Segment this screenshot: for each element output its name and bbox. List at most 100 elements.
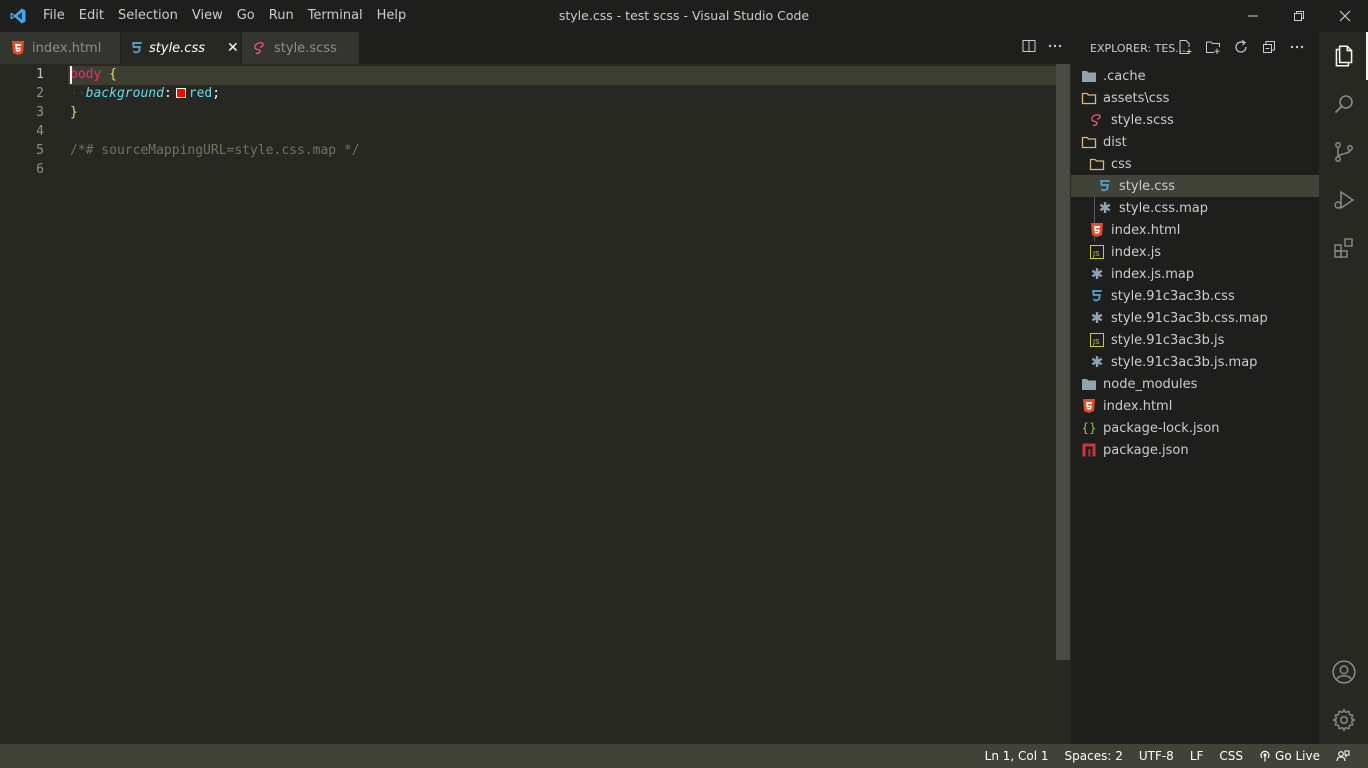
tree-item-label: index.js xyxy=(1111,244,1162,260)
tab-style-css[interactable]: style.css ✕ xyxy=(121,32,242,64)
tree-item-label: style.scss xyxy=(1111,112,1174,128)
tree-item-css[interactable]: css xyxy=(1071,153,1319,175)
tree-item-index-js[interactable]: JS index.js xyxy=(1071,241,1319,263)
explorer-title: EXPLORER: TES... xyxy=(1090,41,1186,55)
editor-actions xyxy=(1021,32,1063,64)
more-actions-icon[interactable] xyxy=(1047,38,1063,58)
tree-item-label: node_modules xyxy=(1103,376,1198,392)
tree-item-dist[interactable]: dist xyxy=(1071,131,1319,153)
source-control-activity[interactable] xyxy=(1319,128,1368,176)
tree-item-assets-css[interactable]: assets\css xyxy=(1071,87,1319,109)
source-control-icon xyxy=(1334,142,1353,162)
manage-activity[interactable] xyxy=(1319,696,1368,744)
menu-selection[interactable]: Selection xyxy=(111,0,185,32)
tree-item-label: style.91c3ac3b.js xyxy=(1111,332,1225,348)
tab-index-html[interactable]: index.html xyxy=(0,32,121,64)
menu-go[interactable]: Go xyxy=(230,0,262,32)
editor-scrollbar[interactable] xyxy=(1056,64,1070,660)
asterisk-icon: ✱ xyxy=(1090,265,1104,283)
broadcast-icon xyxy=(1260,750,1270,762)
tree-item-index-html[interactable]: index.html xyxy=(1071,219,1319,241)
close-window-button[interactable] xyxy=(1322,0,1368,32)
explorer-header: EXPLORER: TES... xyxy=(1071,32,1319,64)
language-mode[interactable]: CSS xyxy=(1211,749,1251,763)
folder-icon xyxy=(1081,90,1097,106)
close-tab-icon[interactable]: ✕ xyxy=(227,40,239,56)
text-cursor xyxy=(70,66,72,84)
new-folder-icon[interactable] xyxy=(1205,39,1221,58)
svg-text:JS: JS xyxy=(1092,338,1100,346)
feedback-button[interactable] xyxy=(1328,749,1358,763)
line-number: 4 xyxy=(36,124,44,139)
folder-open-icon xyxy=(1081,134,1097,150)
tree-item-label: index.js.map xyxy=(1111,266,1195,282)
tree-item-package-lock-json[interactable]: {} package-lock.json xyxy=(1071,417,1319,439)
code-line: /*# sourceMappingURL=style.css.map */ xyxy=(70,141,360,160)
restore-button[interactable] xyxy=(1276,0,1322,32)
gear-icon xyxy=(1331,708,1356,732)
code-line: body { xyxy=(70,65,360,84)
more-actions-icon[interactable] xyxy=(1289,39,1305,58)
end-of-line[interactable]: LF xyxy=(1182,749,1212,763)
tree-item-style-hash-css-map[interactable]: ✱ style.91c3ac3b.css.map xyxy=(1071,307,1319,329)
search-activity[interactable] xyxy=(1319,80,1368,128)
tree-item-label: assets\css xyxy=(1103,90,1170,106)
new-file-icon[interactable] xyxy=(1177,39,1193,58)
menu-terminal[interactable]: Terminal xyxy=(301,0,370,32)
accounts-activity[interactable] xyxy=(1319,648,1368,696)
folder-icon xyxy=(1081,68,1097,84)
tree-item-style-hash-js-map[interactable]: ✱ style.91c3ac3b.js.map xyxy=(1071,351,1319,373)
colon: : xyxy=(163,86,172,101)
tree-item-package-json[interactable]: package.json xyxy=(1071,439,1319,461)
html5-icon xyxy=(10,41,26,55)
code-editor[interactable]: 1 2 3 4 5 6 body { ··background: red; } /… xyxy=(0,64,1071,744)
tree-item-label: .cache xyxy=(1103,68,1146,84)
collapse-all-icon[interactable] xyxy=(1261,39,1277,58)
menu-run[interactable]: Run xyxy=(262,0,301,32)
menu-view[interactable]: View xyxy=(185,0,230,32)
vscode-logo-icon xyxy=(0,0,36,32)
menu-help[interactable]: Help xyxy=(370,0,414,32)
menu-file[interactable]: File xyxy=(36,0,72,32)
explorer-sidebar: EXPLORER: TES... .cache assets\css style… xyxy=(1071,32,1319,744)
cursor-position[interactable]: Ln 1, Col 1 xyxy=(977,749,1057,763)
css3-icon xyxy=(1097,178,1113,194)
css-property: background xyxy=(85,86,164,101)
menu-edit[interactable]: Edit xyxy=(72,0,111,32)
refresh-icon[interactable] xyxy=(1233,39,1249,58)
tab-style-scss[interactable]: style.scss xyxy=(242,32,360,64)
extensions-icon xyxy=(1333,238,1353,258)
tab-label: style.css xyxy=(149,40,205,56)
code-line: } xyxy=(70,103,360,122)
split-editor-icon[interactable] xyxy=(1021,38,1037,58)
file-encoding[interactable]: UTF-8 xyxy=(1131,749,1182,763)
tree-item-style-css-map[interactable]: ✱ style.css.map xyxy=(1071,197,1319,219)
explorer-activity[interactable] xyxy=(1319,32,1368,80)
tree-item-node-modules[interactable]: node_modules xyxy=(1071,373,1319,395)
tree-item-style-css[interactable]: style.css xyxy=(1071,175,1319,197)
color-swatch[interactable] xyxy=(175,88,186,98)
css-value: red xyxy=(188,86,213,101)
tree-item-label: package.json xyxy=(1103,442,1189,458)
minimize-icon xyxy=(1248,15,1258,17)
tree-item-cache[interactable]: .cache xyxy=(1071,65,1319,87)
tree-item-style-hash-css[interactable]: style.91c3ac3b.css xyxy=(1071,285,1319,307)
tree-item-index-js-map[interactable]: ✱ index.js.map xyxy=(1071,263,1319,285)
tree-item-label: style.css xyxy=(1119,178,1175,194)
indentation-setting[interactable]: Spaces: 2 xyxy=(1057,749,1131,763)
run-debug-activity[interactable] xyxy=(1319,176,1368,224)
go-live-button[interactable]: Go Live xyxy=(1251,749,1328,763)
extensions-activity[interactable] xyxy=(1319,224,1368,272)
tab-label: index.html xyxy=(32,40,102,56)
tree-item-style-scss[interactable]: style.scss xyxy=(1071,109,1319,131)
code-content: body { ··background: red; } /*# sourceMap… xyxy=(70,65,360,179)
tab-label: style.scss xyxy=(274,40,337,56)
menu-bar: File Edit Selection View Go Run Terminal… xyxy=(36,0,413,32)
line-number: 5 xyxy=(36,143,44,158)
tree-item-label: index.html xyxy=(1111,222,1181,238)
minimize-button[interactable] xyxy=(1230,0,1276,32)
tree-item-style-hash-js[interactable]: JS style.91c3ac3b.js xyxy=(1071,329,1319,351)
tree-item-root-index-html[interactable]: index.html xyxy=(1071,395,1319,417)
sass-icon xyxy=(1089,112,1105,128)
